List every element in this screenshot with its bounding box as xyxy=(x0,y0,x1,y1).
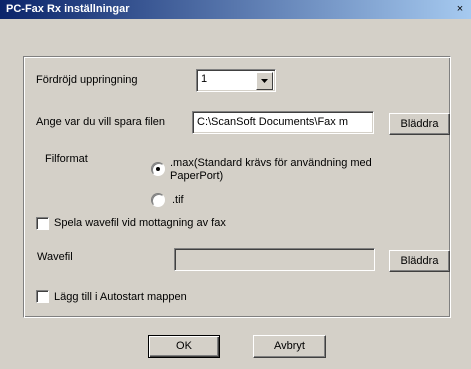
ok-button[interactable]: OK xyxy=(148,335,220,358)
window-title: PC-Fax Rx inställningar xyxy=(6,3,130,15)
save-path-value: C:\ScanSoft Documents\Fax m xyxy=(197,116,348,128)
play-wave-label: Spela wavefil vid mottagning av fax xyxy=(54,217,226,229)
wave-file-field[interactable] xyxy=(174,248,375,271)
autostart-label: Lägg till i Autostart mappen xyxy=(54,291,187,303)
save-path-field[interactable]: C:\ScanSoft Documents\Fax m xyxy=(192,111,374,134)
save-location-label: Ange var du vill spara filen xyxy=(36,116,166,128)
format-max-label-line1: .max(Standard krävs för användning med xyxy=(170,157,372,169)
browse-wave-button[interactable]: Bläddra xyxy=(389,250,450,272)
chevron-down-icon[interactable] xyxy=(256,72,273,90)
format-max-label-line2: PaperPort) xyxy=(170,170,224,182)
radio-selected-dot xyxy=(156,167,160,171)
play-wave-checkbox[interactable] xyxy=(36,217,49,230)
cancel-button[interactable]: Avbryt xyxy=(253,335,326,358)
file-format-label: Filformat xyxy=(45,153,88,165)
close-icon[interactable]: × xyxy=(453,2,467,16)
wave-file-label: Wavefil xyxy=(37,251,73,263)
format-tif-radio[interactable] xyxy=(151,193,165,207)
format-tif-label: .tif xyxy=(172,194,184,206)
settings-group xyxy=(23,56,451,318)
delay-label: Fördröjd uppringning xyxy=(36,74,138,86)
delay-combobox[interactable]: 1 xyxy=(196,69,276,92)
delay-value: 1 xyxy=(201,73,208,85)
format-max-radio[interactable] xyxy=(151,162,165,176)
browse-save-button[interactable]: Bläddra xyxy=(389,113,450,135)
title-bar[interactable]: PC-Fax Rx inställningar xyxy=(0,0,471,19)
autostart-checkbox[interactable] xyxy=(36,290,49,303)
dialog-window: PC-Fax Rx inställningar × Fördröjd uppri… xyxy=(0,0,471,369)
